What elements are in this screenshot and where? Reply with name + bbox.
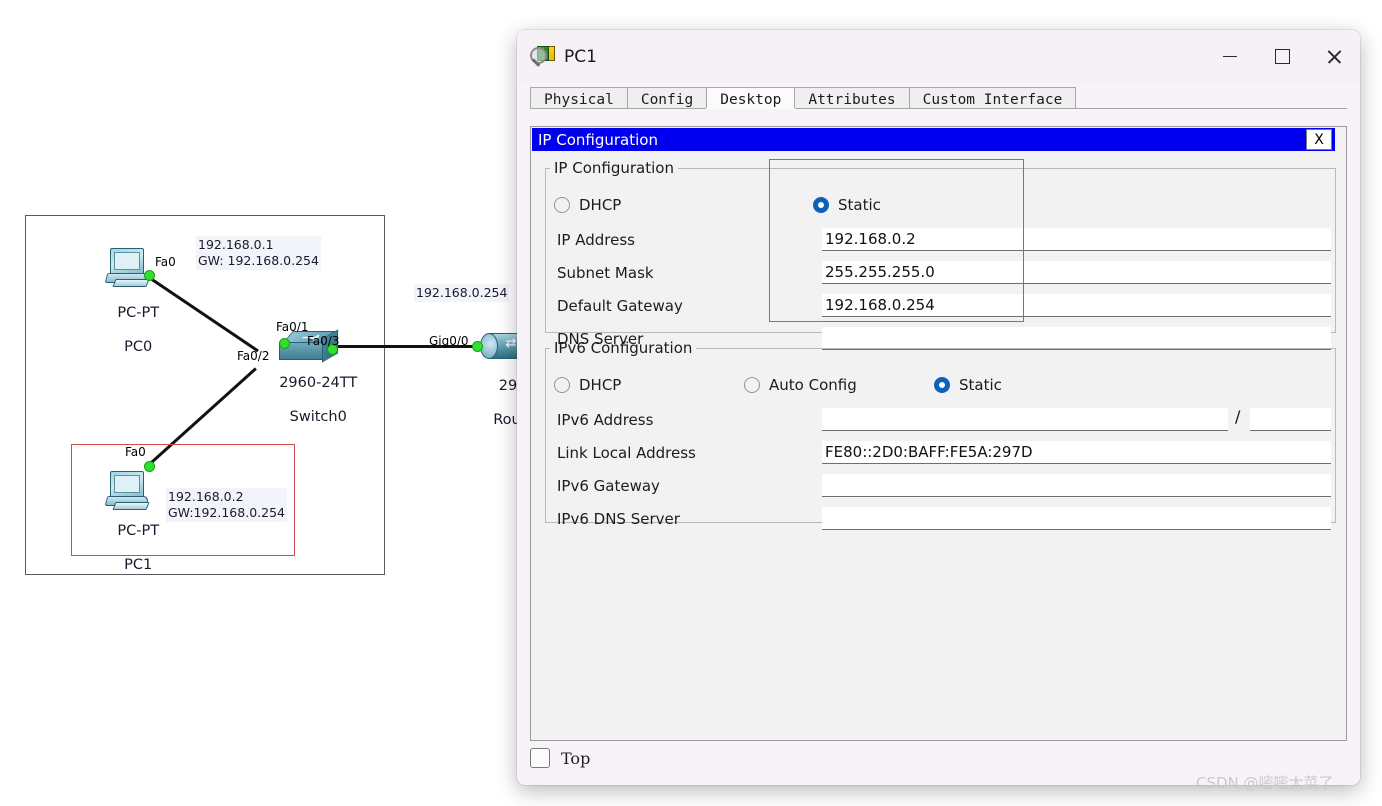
ipv4-ip-address-label: IP Address: [557, 231, 635, 249]
ipv4-ip-address-input[interactable]: [822, 228, 1331, 251]
ipv6-link-local-address-label: Link Local Address: [557, 444, 696, 462]
ipv6-dns-server-input[interactable]: [822, 507, 1331, 530]
device-label-switch0: 2960-24TT Switch0: [249, 358, 369, 443]
ipv4-group-legend: IP Configuration: [554, 159, 674, 177]
port-dot-router0-gig0-0: [472, 341, 483, 352]
pc1-window[interactable]: PC1 Physical Config Desktop Attributes C…: [517, 30, 1360, 785]
tab-physical[interactable]: Physical: [530, 87, 628, 108]
close-icon: [1326, 49, 1342, 65]
port-label-pc1-fa0: Fa0: [125, 445, 146, 459]
tab-desktop[interactable]: Desktop: [706, 87, 796, 108]
tab-config[interactable]: Config: [626, 87, 708, 108]
tab-attributes[interactable]: Attributes: [794, 87, 910, 108]
device-name-pc1: PC1: [124, 557, 153, 573]
device-type-pc1: PC-PT: [117, 523, 160, 539]
ipv6-auto-config-label: Auto Config: [769, 376, 857, 394]
port-dot-switch0-fa0-1: [279, 338, 290, 349]
network-topology-canvas[interactable]: Fa0 PC-PT PC0 192.168.0.1 GW: 192.168.0.…: [25, 215, 541, 575]
ipv4-default-gateway-input[interactable]: [822, 294, 1331, 317]
port-label-switch0-fa0-3: Fa0/3: [307, 334, 340, 348]
window-title: PC1: [564, 46, 597, 67]
packet-tracer-inspect-icon: [530, 45, 555, 69]
ipv6-address-input[interactable]: [822, 408, 1228, 431]
top-checkbox-label: Top: [561, 748, 591, 768]
device-icon-pc0[interactable]: [104, 248, 152, 288]
ipv6-configuration-group: IPv6 Configuration DHCP Auto Config Stat…: [545, 339, 1336, 530]
port-label-switch0-fa0-1: Fa0/1: [276, 320, 309, 334]
ip-configuration-app-titlebar[interactable]: IP Configuration X: [532, 128, 1335, 151]
ipv6-prefix-separator: /: [1235, 407, 1241, 426]
ipv4-subnet-mask-input[interactable]: [822, 261, 1331, 284]
ipv6-gateway-input[interactable]: [822, 474, 1331, 497]
ipv6-address-label: IPv6 Address: [557, 411, 654, 429]
ip-note-router0: 192.168.0.254: [414, 284, 510, 302]
ipv6-group-legend: IPv6 Configuration: [554, 339, 693, 357]
ip-note-pc0: 192.168.0.1 GW: 192.168.0.254: [196, 236, 321, 270]
monitor-shape: [110, 471, 144, 498]
ipv4-configuration-group: IP Configuration DHCP Static IP Address …: [545, 159, 1336, 350]
radio-dot-icon: [554, 377, 570, 393]
device-icon-pc1[interactable]: [104, 471, 152, 511]
ip-configuration-app-title: IP Configuration: [538, 130, 658, 149]
link-switch0-router0: [334, 345, 494, 349]
keyboard-shape: [112, 279, 150, 287]
maximize-button[interactable]: [1256, 30, 1308, 83]
device-type-switch0: 2960-24TT: [279, 375, 358, 391]
ipv6-static-radio[interactable]: Static: [934, 376, 1002, 394]
window-titlebar[interactable]: PC1: [517, 30, 1360, 83]
minimize-icon: [1223, 55, 1237, 58]
ip-configuration-close-button[interactable]: X: [1306, 129, 1332, 150]
screen-shape: [114, 475, 140, 493]
window-controls: [1204, 30, 1360, 83]
ipv4-static-label: Static: [838, 196, 881, 214]
device-type-pc0: PC-PT: [117, 305, 160, 321]
desktop-content-panel: IP Configuration X IP Configuration DHCP…: [530, 126, 1347, 741]
ipv6-dhcp-label: DHCP: [579, 376, 622, 394]
ipv4-subnet-mask-label: Subnet Mask: [557, 264, 654, 282]
maximize-icon: [1274, 49, 1290, 64]
close-button[interactable]: [1308, 30, 1360, 83]
ipv4-dhcp-label: DHCP: [579, 196, 622, 214]
tab-custom-interface[interactable]: Custom Interface: [908, 87, 1077, 108]
ipv6-prefix-length-input[interactable]: [1250, 408, 1331, 431]
ipv6-static-label: Static: [959, 376, 1002, 394]
minimize-button[interactable]: [1204, 30, 1256, 83]
port-dot-pc1-fa0: [144, 461, 155, 472]
ipv4-dhcp-radio[interactable]: DHCP: [554, 196, 621, 214]
ipv6-link-local-address-input[interactable]: [822, 441, 1331, 464]
port-label-pc0-fa0: Fa0: [155, 255, 176, 269]
radio-dot-icon: [813, 197, 829, 213]
port-dot-pc0-fa0: [144, 270, 155, 281]
device-label-pc0: PC-PT PC0: [84, 288, 174, 373]
screen-shape: [114, 252, 140, 270]
ip-note-pc1: 192.168.0.2 GW:192.168.0.254: [166, 488, 287, 522]
bottom-bar: Top: [530, 748, 590, 768]
radio-dot-icon: [744, 377, 760, 393]
port-label-router0-gig0-0: Gig0/0: [429, 334, 469, 348]
radio-dot-icon: [554, 197, 570, 213]
device-name-pc0: PC0: [124, 339, 153, 355]
top-checkbox[interactable]: [530, 748, 550, 768]
ipv6-dhcp-radio[interactable]: DHCP: [554, 376, 621, 394]
ipv6-gateway-label: IPv6 Gateway: [557, 477, 660, 495]
device-name-switch0: Switch0: [289, 409, 347, 425]
ipv4-static-radio[interactable]: Static: [813, 196, 881, 214]
radio-dot-icon: [934, 377, 950, 393]
monitor-shape: [110, 248, 144, 275]
ipv4-default-gateway-label: Default Gateway: [557, 297, 683, 315]
tab-bar[interactable]: Physical Config Desktop Attributes Custo…: [530, 83, 1347, 109]
ipv6-auto-config-radio[interactable]: Auto Config: [744, 376, 857, 394]
device-label-pc1: PC-PT PC1: [84, 506, 174, 591]
ipv6-dns-server-label: IPv6 DNS Server: [557, 510, 680, 528]
